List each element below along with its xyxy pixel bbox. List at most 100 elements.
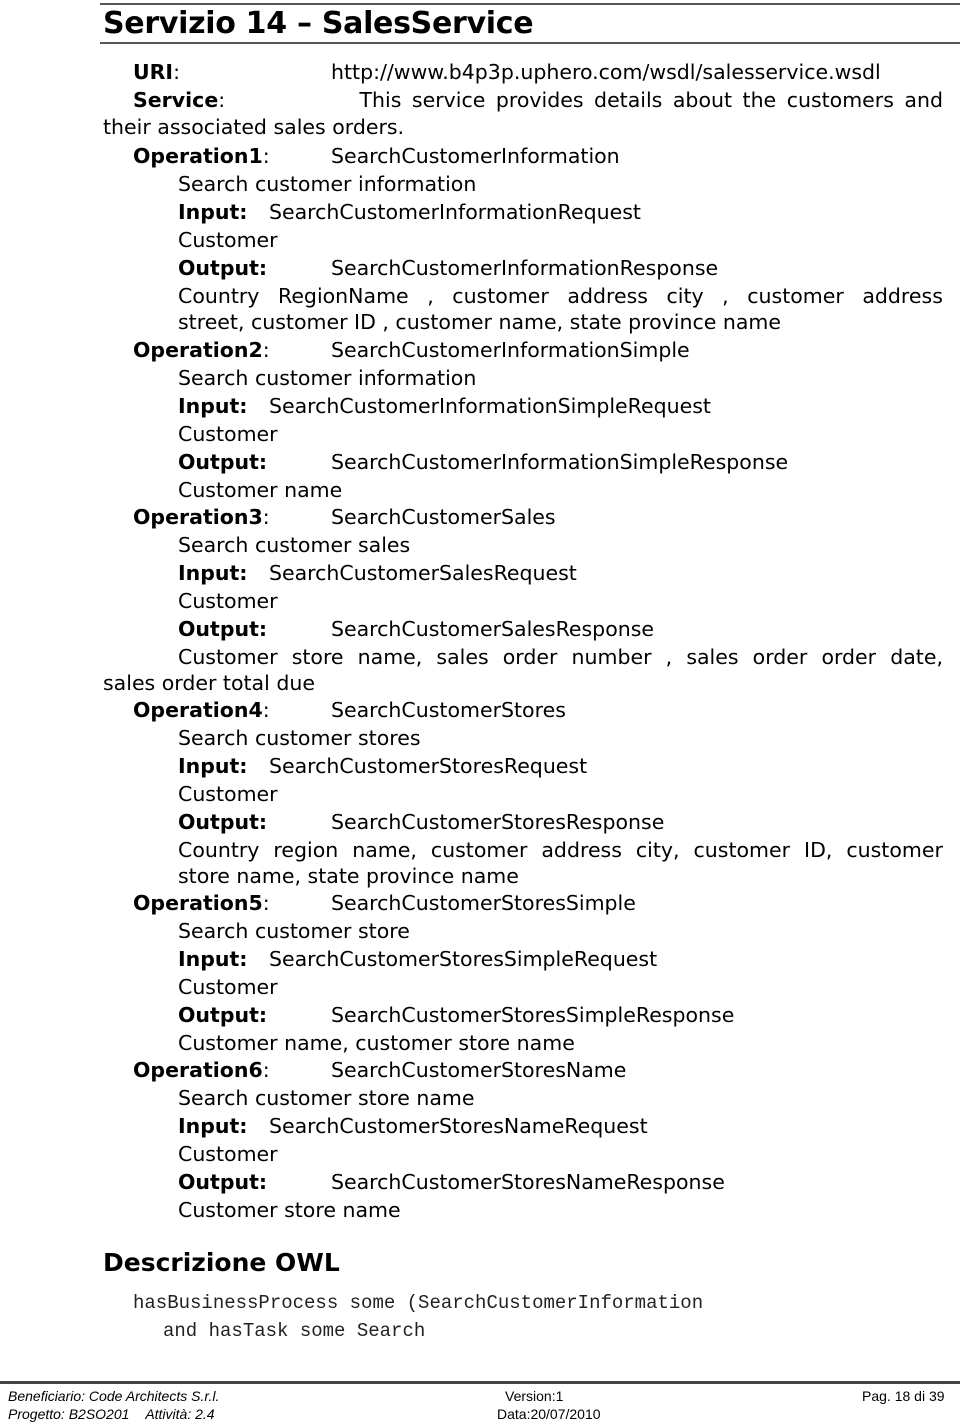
operation-name: SearchCustomerSales bbox=[331, 505, 556, 529]
output-field-word: , bbox=[427, 284, 434, 308]
operation-description: Search customer stores bbox=[178, 726, 421, 750]
output-message: SearchCustomerStoresSimpleResponse bbox=[331, 1003, 735, 1027]
input-parameter: Customer bbox=[178, 975, 278, 999]
input-parameter: Customer bbox=[178, 1142, 278, 1166]
output-field-word: address bbox=[567, 284, 648, 308]
input-message: SearchCustomerStoresRequest bbox=[269, 754, 588, 778]
operation-label: Operation3: bbox=[133, 504, 270, 530]
output-label: Output: bbox=[178, 1170, 268, 1194]
output-fields-line-1: Country region name, customer address city, cu… bbox=[178, 837, 943, 863]
output-fields-line-2: store name, state province name bbox=[178, 864, 519, 888]
output-field-word: name, bbox=[352, 838, 417, 862]
output-field-word: city, bbox=[635, 838, 680, 862]
footer-rule bbox=[0, 1381, 960, 1384]
title-top-rule bbox=[100, 3, 960, 5]
owl-line-1: hasBusinessProcess some (SearchCustomerI… bbox=[133, 1292, 704, 1314]
output-field-word: Country bbox=[178, 838, 260, 862]
output-field-word: customer bbox=[430, 838, 528, 862]
input-label: Input: bbox=[178, 394, 248, 418]
input-message: SearchCustomerInformationRequest bbox=[269, 200, 641, 224]
colon: : bbox=[262, 1058, 270, 1082]
operation-description: Search customer information bbox=[178, 172, 477, 196]
output-field-word: date, bbox=[890, 645, 943, 669]
operation-number: Operation1 bbox=[133, 144, 263, 168]
footer-version: Version:1 bbox=[505, 1388, 564, 1404]
output-fields-line-1: Customer store name bbox=[178, 1198, 401, 1222]
colon: : bbox=[262, 505, 270, 529]
output-field-word: Customer bbox=[178, 645, 278, 669]
operation-number: Operation2 bbox=[133, 338, 263, 362]
input-label: Input: bbox=[178, 947, 248, 971]
operation-name: SearchCustomerInformationSimple bbox=[331, 338, 690, 362]
output-field-word: customer bbox=[452, 284, 549, 308]
operation-number: Operation3 bbox=[133, 505, 263, 529]
operation-description: Search customer information bbox=[178, 366, 477, 390]
output-field-word: sales bbox=[436, 645, 489, 669]
output-field-word: order bbox=[502, 645, 558, 669]
footer-date: Data:20/07/2010 bbox=[497, 1406, 601, 1422]
colon: : bbox=[262, 891, 270, 915]
output-field-word: address bbox=[541, 838, 622, 862]
service-description-2: their associated sales orders. bbox=[103, 115, 405, 139]
output-message: SearchCustomerSalesResponse bbox=[331, 617, 655, 641]
output-fields-line-2: street, customer ID , customer name, sta… bbox=[178, 310, 781, 334]
output-field-word: customer bbox=[846, 838, 943, 862]
operation-description: Search customer sales bbox=[178, 533, 411, 557]
output-field-word: order bbox=[821, 645, 877, 669]
output-field-word: store bbox=[291, 645, 344, 669]
input-label: Input: bbox=[178, 754, 248, 778]
operation-name: SearchCustomerStores bbox=[331, 698, 566, 722]
output-fields-line-1: Customer name bbox=[178, 478, 343, 502]
input-message: SearchCustomerStoresSimpleRequest bbox=[269, 947, 658, 971]
operation-name: SearchCustomerStoresName bbox=[331, 1058, 627, 1082]
colon: : bbox=[262, 698, 270, 722]
operation-label: Operation2: bbox=[133, 337, 270, 363]
colon: : bbox=[262, 338, 270, 362]
title-bottom-rule bbox=[100, 42, 960, 44]
output-message: SearchCustomerStoresResponse bbox=[331, 810, 665, 834]
uri-row: URI: bbox=[133, 60, 180, 84]
input-message: SearchCustomerInformationSimpleRequest bbox=[269, 394, 711, 418]
output-field-word: order bbox=[752, 645, 808, 669]
input-message: SearchCustomerStoresNameRequest bbox=[269, 1114, 648, 1138]
output-label: Output: bbox=[178, 617, 268, 641]
operation-number: Operation4 bbox=[133, 698, 263, 722]
operation-name: SearchCustomerStoresSimple bbox=[331, 891, 636, 915]
output-message: SearchCustomerInformationSimpleResponse bbox=[331, 450, 789, 474]
colon: : bbox=[262, 144, 270, 168]
operation-number: Operation6 bbox=[133, 1058, 263, 1082]
uri-value: http://www.b4p3p.uphero.com/wsdl/salesse… bbox=[331, 60, 881, 84]
output-field-word: RegionName bbox=[278, 284, 409, 308]
page-title: Servizio 14 – SalesService bbox=[103, 6, 534, 41]
footer-progetto-value: Progetto: B2SO201 bbox=[8, 1406, 130, 1422]
owl-line-2: and hasTask some Search bbox=[163, 1320, 426, 1342]
operation-label: Operation4: bbox=[133, 697, 270, 723]
operation-number: Operation5 bbox=[133, 891, 263, 915]
output-fields-line-1: Customer name, customer store name bbox=[178, 1031, 575, 1055]
output-field-word: customer bbox=[747, 284, 844, 308]
operation-name: SearchCustomerInformation bbox=[331, 144, 620, 168]
output-field-word: city bbox=[666, 284, 704, 308]
output-label: Output: bbox=[178, 256, 268, 280]
output-message: SearchCustomerInformationResponse bbox=[331, 256, 719, 280]
service-row: Service: This service provides details a… bbox=[133, 88, 943, 112]
output-field-word: ID, bbox=[804, 838, 833, 862]
output-message: SearchCustomerStoresNameResponse bbox=[331, 1170, 725, 1194]
output-field-word: number bbox=[571, 645, 652, 669]
input-parameter: Customer bbox=[178, 589, 278, 613]
service-description-1: This service provides details about the … bbox=[359, 88, 943, 112]
input-message: SearchCustomerSalesRequest bbox=[269, 561, 577, 585]
footer-attivita: Attività: 2.4 bbox=[145, 1406, 215, 1422]
footer-page-number: Pag. 18 di 39 bbox=[862, 1388, 945, 1404]
output-field-word: customer bbox=[693, 838, 791, 862]
output-field-word: address bbox=[862, 284, 943, 308]
output-label: Output: bbox=[178, 810, 268, 834]
owl-section-title: Descrizione OWL bbox=[103, 1248, 340, 1277]
output-label: Output: bbox=[178, 1003, 268, 1027]
output-field-word: name, bbox=[357, 645, 423, 669]
output-fields-line-1: Country RegionName, customer address city, cu… bbox=[178, 283, 943, 309]
output-field-word: , bbox=[665, 645, 673, 669]
input-parameter: Customer bbox=[178, 228, 278, 252]
output-fields-line-1: Customer store name, sales order number, sales… bbox=[178, 644, 943, 670]
input-parameter: Customer bbox=[178, 422, 278, 446]
